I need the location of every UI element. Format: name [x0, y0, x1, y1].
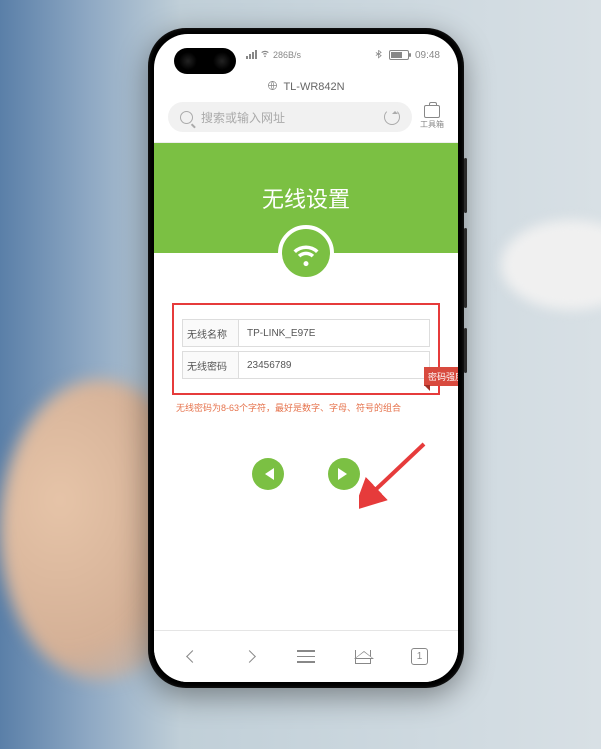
search-icon [180, 111, 193, 124]
tabs-icon: 1 [411, 648, 428, 665]
menu-icon [297, 650, 315, 663]
nav-menu-button[interactable] [286, 637, 326, 677]
next-button[interactable] [328, 458, 360, 490]
status-left: 286B/s [246, 48, 301, 61]
chevron-right-icon [243, 650, 256, 663]
net-speed: 286B/s [273, 50, 301, 60]
clock: 09:48 [415, 50, 440, 61]
ssid-field-row: 无线名称 TP-LINK_E97E [182, 319, 430, 347]
toolbox-icon [424, 105, 440, 118]
home-icon [355, 650, 371, 664]
nav-back-button[interactable] [172, 637, 212, 677]
ssid-input[interactable]: TP-LINK_E97E [238, 319, 430, 347]
chevron-left-icon [186, 650, 199, 663]
password-input[interactable]: 23456789 [238, 351, 430, 379]
toolbox-button[interactable]: 工具箱 [420, 105, 444, 130]
refresh-icon[interactable] [384, 109, 400, 125]
ssid-label: 无线名称 [182, 319, 238, 347]
toolbox-label: 工具箱 [420, 119, 444, 130]
page-url-row: TL-WR842N [154, 76, 458, 98]
phone-frame: 286B/s 09:48 TL-WR842N 搜索或输入网址 [148, 28, 464, 688]
password-label: 无线密码 [182, 351, 238, 379]
annotation-arrow [359, 439, 429, 509]
annotation-highlight-box: 无线名称 TP-LINK_E97E 无线密码 23456789 [172, 303, 440, 395]
page-title: TL-WR842N [283, 81, 344, 93]
nav-forward-button[interactable] [229, 637, 269, 677]
camera-punch-hole [174, 48, 236, 74]
globe-icon [267, 80, 278, 94]
browser-bottom-nav: 1 [154, 630, 458, 682]
nav-home-button[interactable] [343, 637, 383, 677]
arrow-left-icon [259, 468, 274, 480]
password-strength-badge: 密码强度 [424, 367, 458, 386]
wifi-status-icon [260, 48, 270, 61]
signal-icon [246, 50, 257, 59]
page-header-title: 无线设置 [262, 182, 350, 214]
prev-button[interactable] [252, 458, 284, 490]
nav-tabs-button[interactable]: 1 [400, 637, 440, 677]
bluetooth-icon [374, 48, 383, 63]
password-field-row: 无线密码 23456789 [182, 351, 430, 379]
battery-icon [389, 50, 409, 60]
arrow-right-icon [338, 468, 353, 480]
password-hint: 无线密码为8-63个字符，最好是数字、字母、符号的组合 [172, 401, 440, 414]
page-header: 无线设置 [154, 143, 458, 253]
address-search-box[interactable]: 搜索或输入网址 [168, 102, 412, 132]
search-placeholder: 搜索或输入网址 [201, 109, 285, 126]
